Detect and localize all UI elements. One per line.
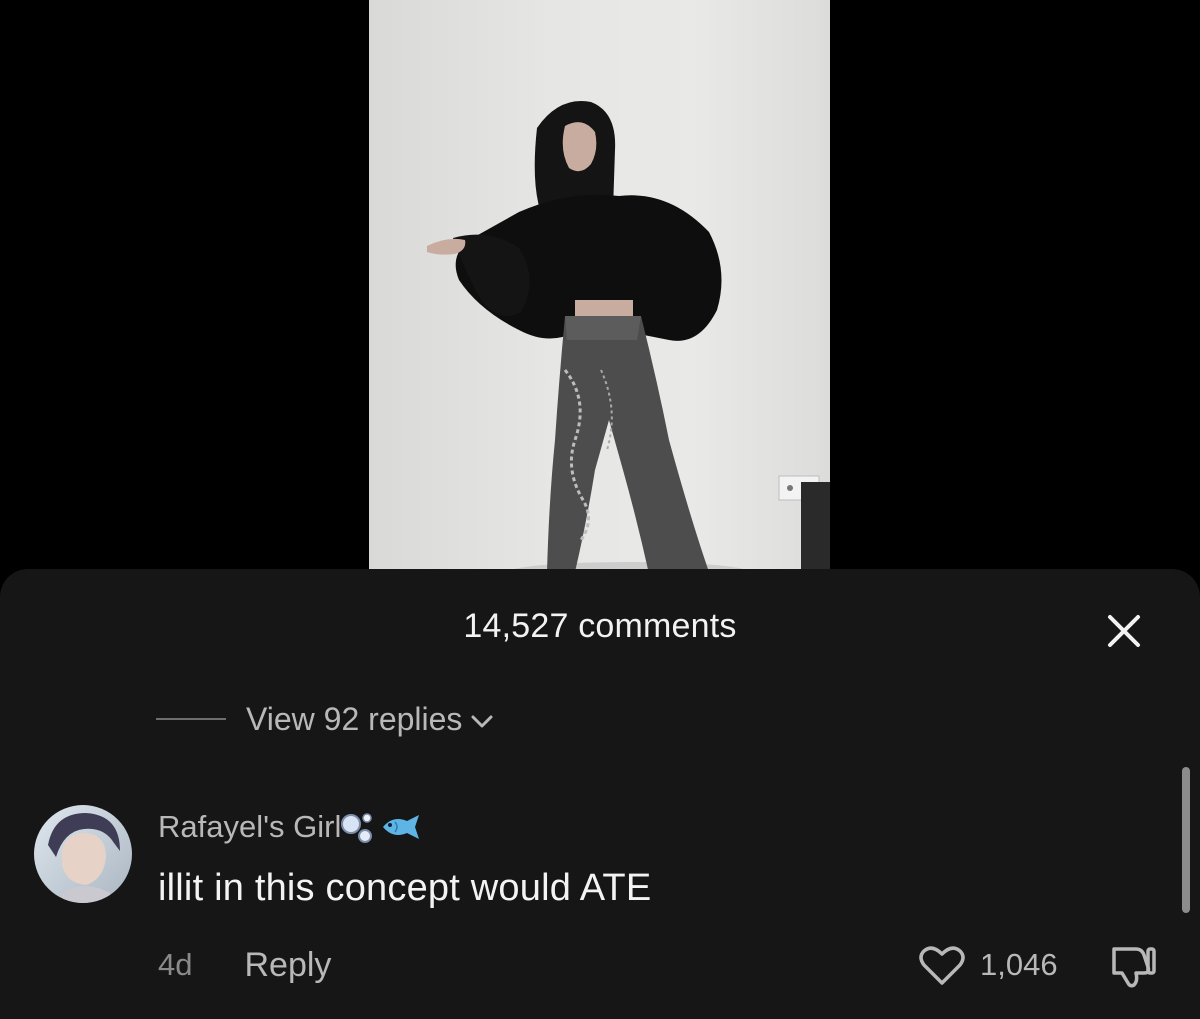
thumbs-down-icon <box>1112 947 1156 988</box>
video-player[interactable] <box>369 0 830 580</box>
close-icon <box>1108 615 1140 647</box>
view-replies-label[interactable]: View 92 replies <box>246 701 462 738</box>
comments-count-title: 14,527 comments <box>463 607 737 645</box>
video-screen: 14,527 comments View 92 replies Rafayel'… <box>0 0 1200 1019</box>
bubbles-emoji-icon <box>341 813 373 843</box>
chevron-down-icon <box>471 715 493 728</box>
heart-icon <box>919 946 965 985</box>
comments-sheet: 14,527 comments View 92 replies Rafayel'… <box>0 569 1200 1019</box>
comment-text: illit in this concept would ATE <box>158 867 652 909</box>
scrollbar-thumb[interactable] <box>1182 767 1190 913</box>
replies-divider <box>156 718 226 720</box>
close-button[interactable] <box>1100 607 1148 655</box>
comment-meta: 4d Reply <box>158 943 331 987</box>
like-button[interactable]: 1,046 <box>916 943 1058 987</box>
like-count: 1,046 <box>980 947 1058 982</box>
avatar-image <box>34 805 132 903</box>
username-text: Rafayel's Girl <box>158 809 342 844</box>
dislike-button[interactable] <box>1106 941 1160 989</box>
avatar[interactable] <box>34 805 132 903</box>
fish-emoji-icon <box>383 815 420 839</box>
view-replies-toggle[interactable]: View 92 replies <box>156 697 496 741</box>
comment-username[interactable]: Rafayel's Girl <box>158 809 423 845</box>
reply-button[interactable]: Reply <box>244 946 331 985</box>
video-still-illustration <box>427 101 830 580</box>
comment-timestamp: 4d <box>158 947 193 982</box>
